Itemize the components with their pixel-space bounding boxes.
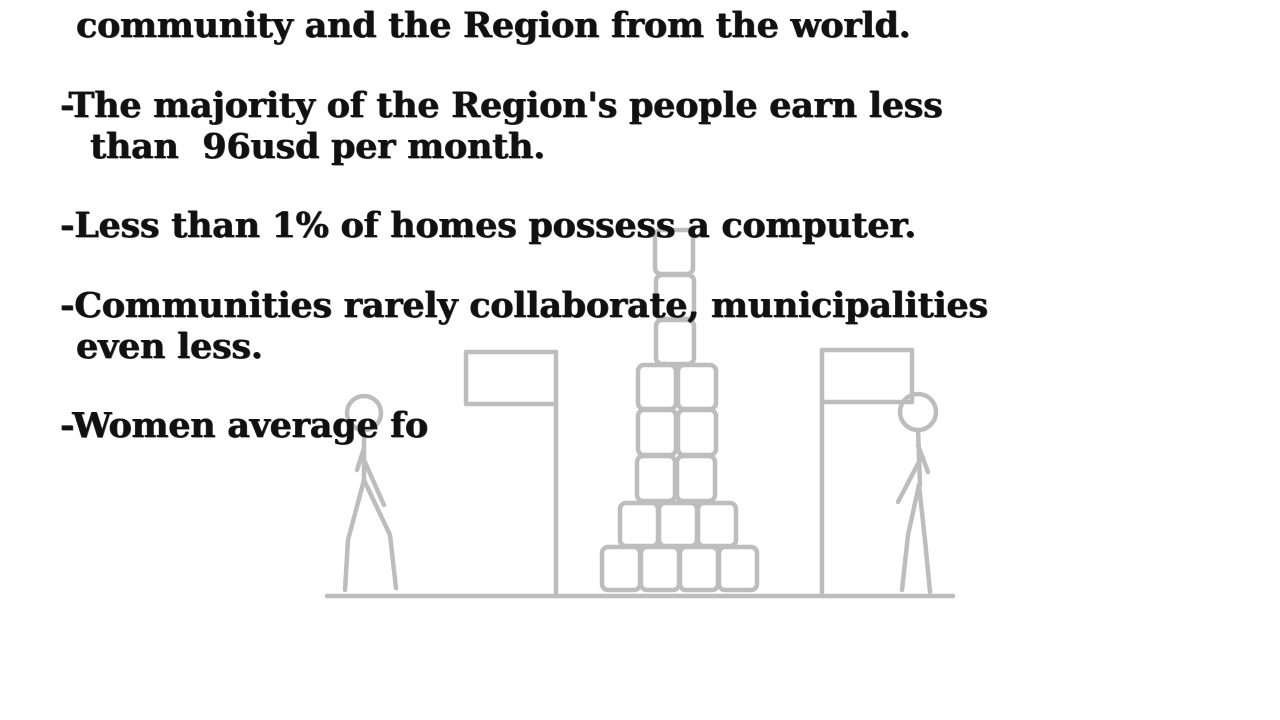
right-flag-icon — [819, 347, 915, 599]
presentation-slide: community and the Region from the world.… — [0, 0, 1280, 720]
right-stick-figure-icon — [895, 391, 939, 595]
stone-tower-icon — [599, 227, 760, 593]
left-flag-icon — [463, 349, 559, 599]
left-stick-figure-icon — [342, 393, 399, 593]
sketch-illustration — [324, 227, 956, 599]
